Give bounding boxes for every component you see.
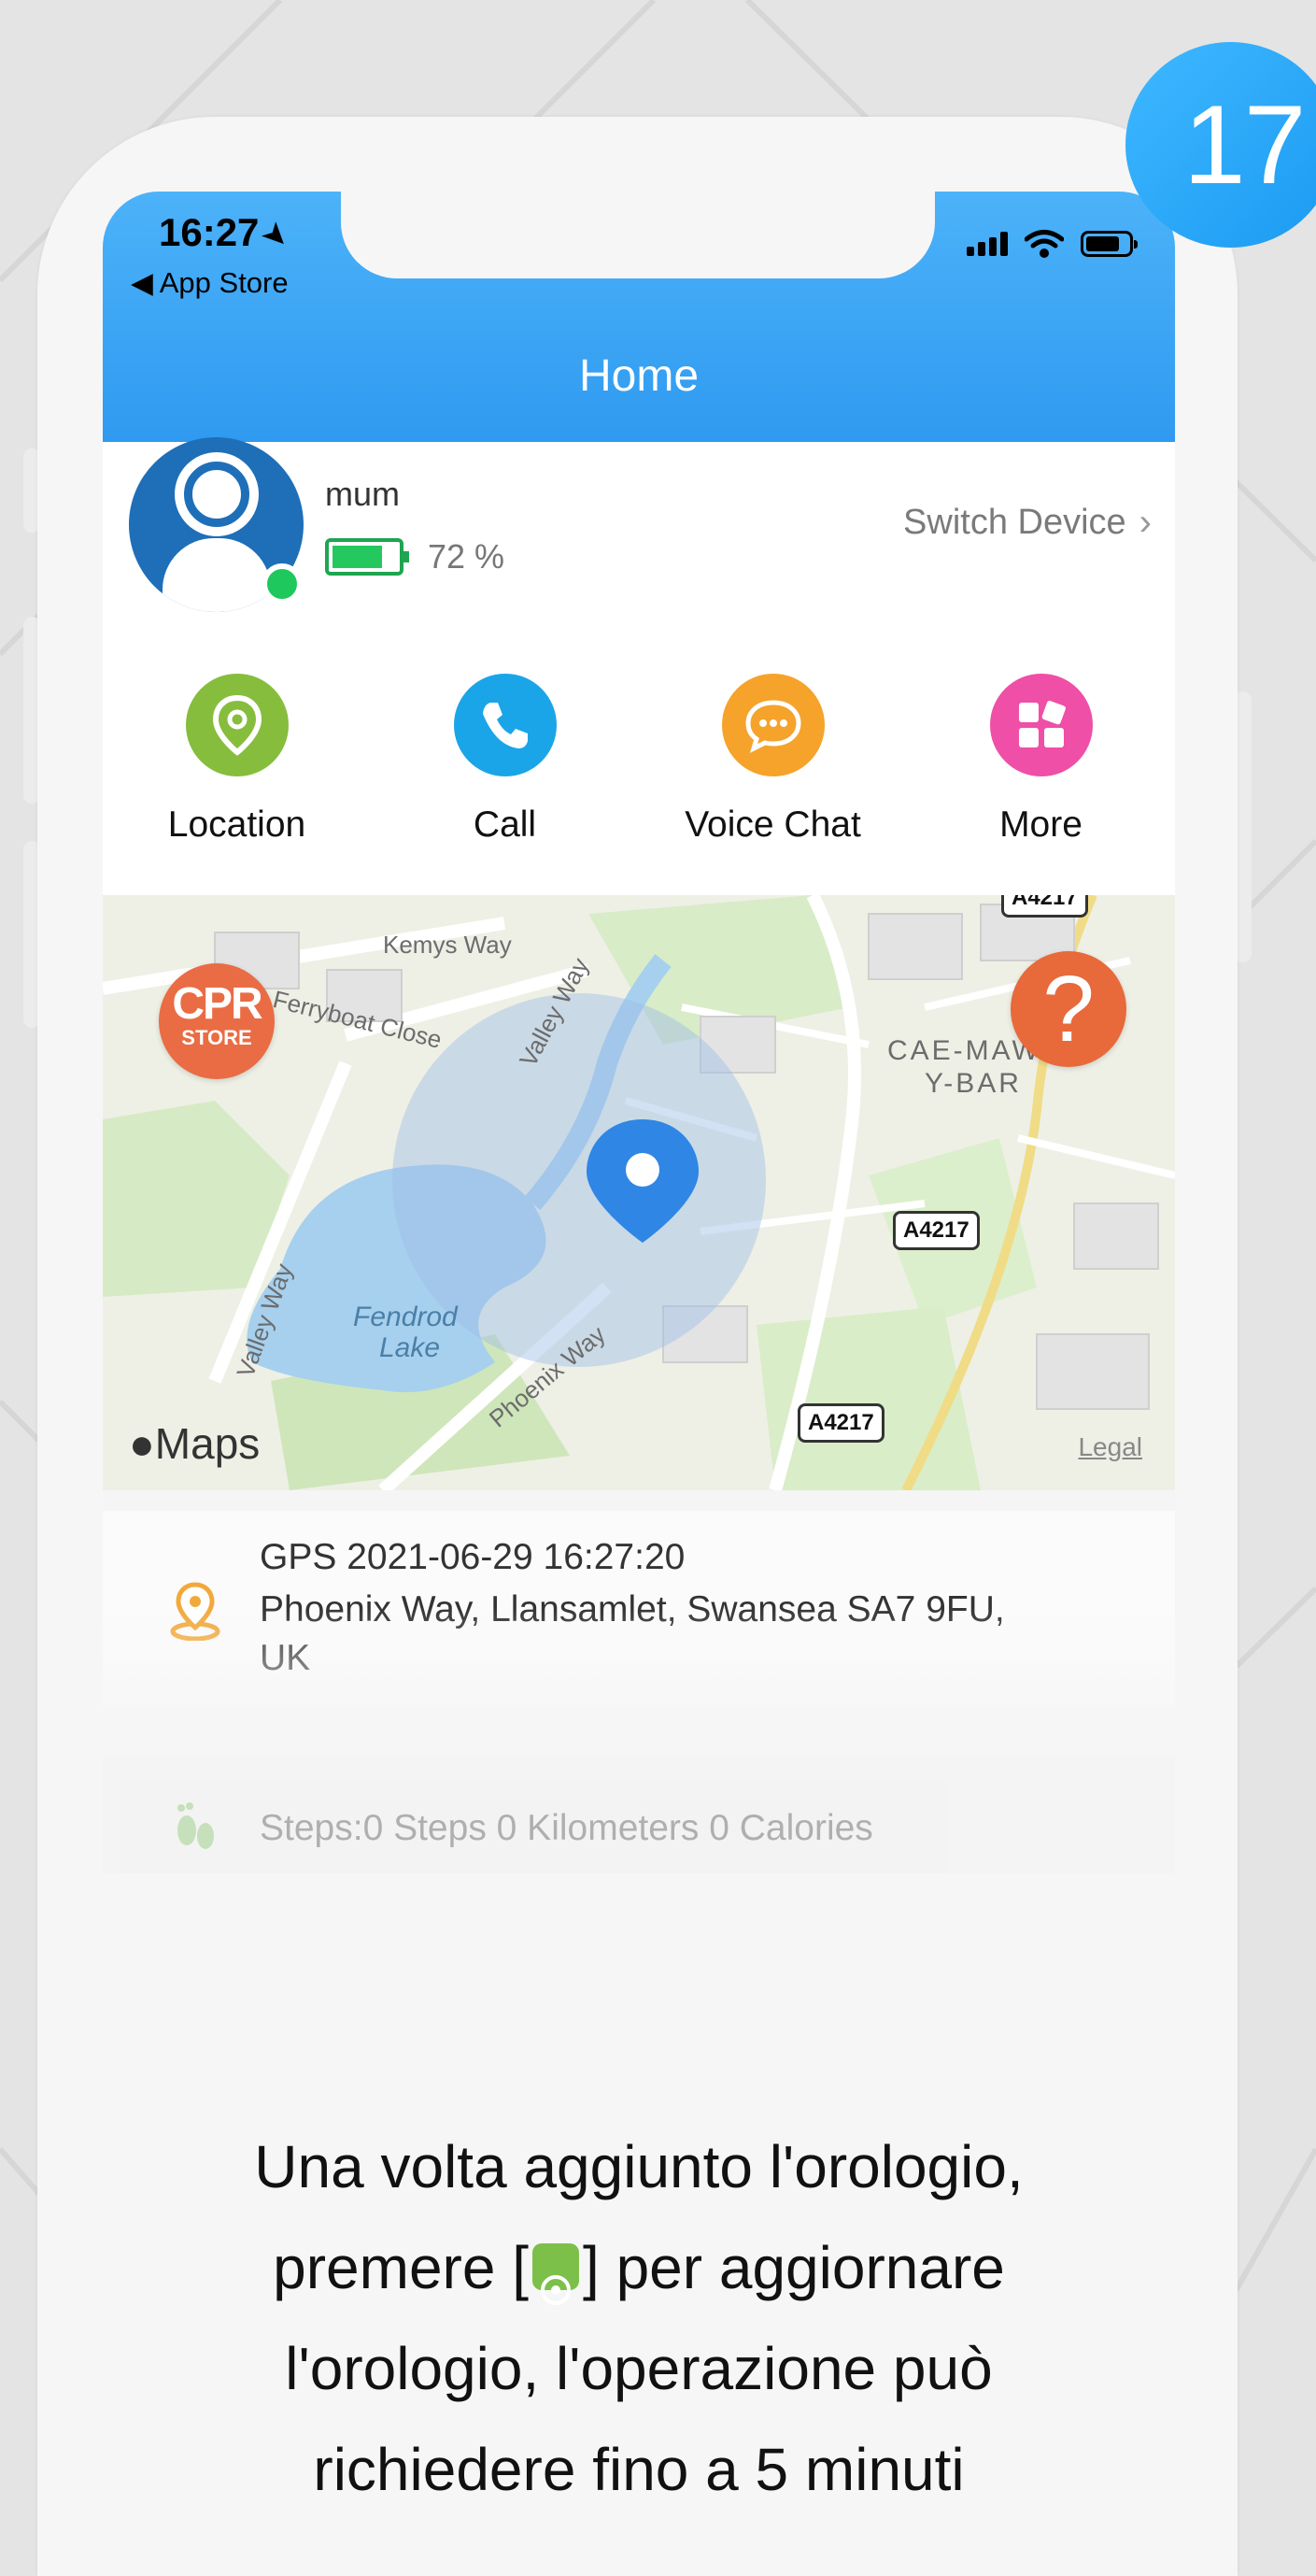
grid-icon: [989, 674, 1093, 776]
screen-fade: [103, 1607, 1175, 1757]
phone-notch: [341, 192, 935, 278]
footprints-icon: [177, 1802, 214, 1849]
call-label: Call: [473, 804, 537, 845]
map-label: CAE-MAW: [887, 1035, 1041, 1066]
cpr-store-button[interactable]: CPR STORE: [159, 963, 275, 1079]
device-panel: mum 72 % Switch Device › Location Call V…: [103, 437, 1175, 895]
back-to-app-store-link[interactable]: ◀ App Store: [131, 266, 289, 300]
legal-link[interactable]: Legal: [1078, 1432, 1142, 1462]
road-badge: A4217: [798, 1403, 884, 1443]
map-label: Fendrod: [353, 1302, 458, 1332]
device-name: mum: [325, 475, 400, 513]
caption-line: premere [ ] per aggiornare: [103, 2217, 1175, 2318]
signal-icon: [967, 232, 1008, 256]
steps-summary: Steps:0 Steps 0 Kilometers 0 Calories: [260, 1808, 873, 1848]
page-title: Home: [578, 351, 700, 401]
apple-maps-logo: ●Maps: [129, 1419, 261, 1468]
location-timestamp: GPS 2021-06-29 16:27:20: [260, 1537, 686, 1577]
location-arrow-icon: ➤: [254, 213, 299, 258]
caption-line: Una volta aggiunto l'orologio,: [254, 2133, 1024, 2200]
online-status-dot: [262, 563, 303, 605]
cpr-logo: CPR: [172, 979, 262, 1029]
road-badge: A4217: [1001, 895, 1088, 918]
app-header: 16:27➤ ◀ App Store Home: [103, 192, 1175, 442]
device-battery-icon: [325, 538, 409, 576]
chat-bubble-icon: [721, 674, 825, 776]
switch-device-button[interactable]: Switch Device ›: [903, 502, 1152, 544]
status-bar-time: 16:27➤: [159, 210, 299, 258]
device-battery-level: 72 %: [428, 537, 505, 576]
caption-line: richiedere fino a 5 minuti: [313, 2436, 965, 2503]
voice-chat-label: Voice Chat: [685, 804, 861, 845]
call-button[interactable]: Call: [371, 674, 639, 879]
location-icon: [185, 674, 289, 776]
more-label: More: [999, 804, 1083, 845]
caption-line: l'orologio, l'operazione può: [285, 2335, 993, 2402]
location-label: Location: [167, 804, 306, 845]
switch-device-label: Switch Device: [903, 503, 1126, 542]
quick-actions: Location Call Voice Chat More: [103, 674, 1175, 879]
apple-icon: ●: [129, 1419, 155, 1468]
chevron-right-icon: ›: [1139, 502, 1152, 543]
road-badge: A4217: [893, 1211, 980, 1250]
phone-icon: [453, 674, 557, 776]
instruction-caption: Una volta aggiunto l'orologio, premere […: [103, 2116, 1175, 2520]
help-button[interactable]: ?: [1011, 951, 1126, 1067]
more-button[interactable]: More: [907, 674, 1175, 879]
phone-battery-icon: [1081, 231, 1138, 257]
map-label: Kemys Way: [383, 931, 512, 959]
location-map[interactable]: Kemys Way Ferryboat Close Valley Way Val…: [103, 895, 1175, 1490]
voice-chat-button[interactable]: Voice Chat: [639, 674, 907, 879]
location-icon: [532, 2243, 580, 2306]
wifi-icon: [1025, 230, 1064, 258]
back-label: App Store: [159, 266, 289, 299]
location-button[interactable]: Location: [103, 674, 371, 879]
map-label: Lake: [379, 1332, 441, 1363]
status-icons: [967, 229, 1138, 259]
map-label: Y-BAR: [925, 1068, 1022, 1099]
